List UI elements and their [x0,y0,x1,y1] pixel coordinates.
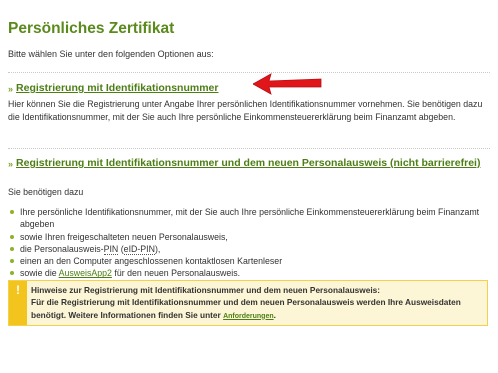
red-arrow-icon [253,73,322,95]
intro-text: Bitte wählen Sie unter den folgenden Opt… [8,49,214,59]
bullet-icon [10,271,14,276]
section-registration-id-eid: » Registrierung mit Identifikationsnumme… [8,157,486,170]
section1-description: Hier können Sie die Registrierung unter … [8,99,483,122]
bullet-icon [10,234,14,239]
list-item: die Personalausweis-PIN (eID-PIN), [8,243,490,255]
pin-abbreviation: PIN [103,243,119,255]
hint-text: Hinweise zur Registrierung mit Identifik… [31,285,461,320]
bullet-icon [10,210,14,214]
bullet-icon [10,259,14,264]
list-item: einen an den Computer angeschlossenen ko… [8,255,490,267]
eid-pin-abbreviation: eID-PIN [123,243,155,255]
page-title: Persönliches Zertifikat [8,20,175,37]
hint-heading: Hinweise zur Registrierung mit Identifik… [31,285,381,295]
list-item: sowie Ihren freigeschalteten neuen Perso… [8,231,490,243]
double-arrow-icon: » [8,159,14,169]
requirements-list: Ihre persönliche Identifikationsnummer, … [8,206,490,280]
bullet-icon [10,246,14,251]
ausweisapp2-link[interactable]: AusweisApp2 [59,268,112,278]
list-item: Ihre persönliche Identifikationsnummer, … [8,206,490,231]
separator [8,148,490,149]
requirements-link[interactable]: Anforderungen [223,313,274,320]
section2-needs-label: Sie benötigen dazu [8,187,84,197]
list-item: sowie die AusweisApp2 für den neuen Pers… [8,267,490,279]
registration-id-eid-link[interactable]: Registrierung mit Identifikationsnummer … [16,157,480,169]
registration-id-link[interactable]: Registrierung mit Identifikationsnummer [16,82,218,94]
double-arrow-icon: » [8,84,14,94]
separator [8,72,490,73]
section-registration-id: » Registrierung mit Identifikationsnumme… [8,82,218,95]
hint-box: ! Hinweise zur Registrierung mit Identif… [8,280,488,326]
warning-icon: ! [9,281,27,325]
